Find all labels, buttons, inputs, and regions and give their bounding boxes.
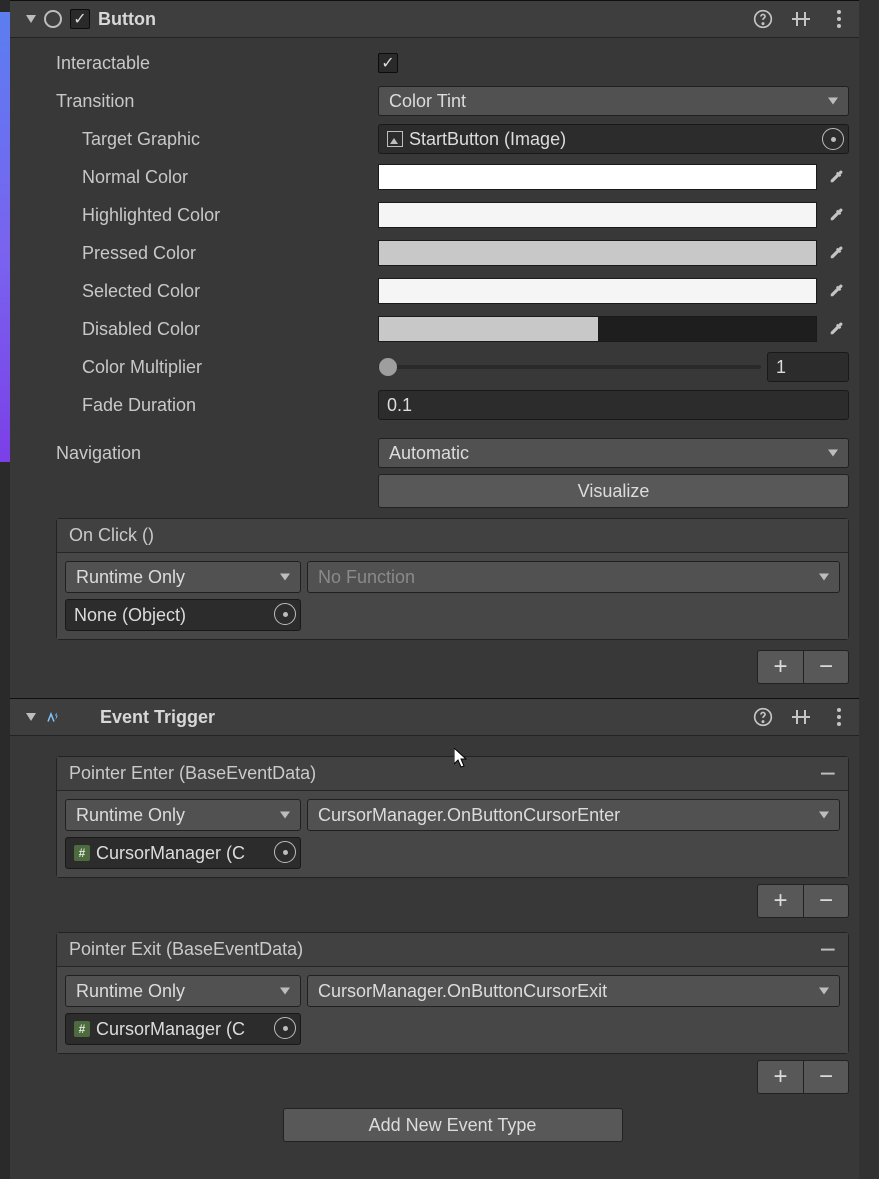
target-graphic-field[interactable]: StartButton (Image) bbox=[378, 124, 849, 154]
onclick-callstate-dropdown[interactable]: Runtime Only bbox=[65, 561, 301, 593]
object-picker-icon[interactable] bbox=[822, 128, 844, 150]
object-picker-icon[interactable] bbox=[274, 841, 296, 863]
eyedropper-icon[interactable] bbox=[823, 316, 849, 342]
button-component-body: Interactable ✓ Transition Color Tint Tar… bbox=[10, 38, 859, 698]
target-graphic-value: StartButton (Image) bbox=[409, 129, 566, 150]
color-multiplier-value[interactable]: 1 bbox=[767, 352, 849, 382]
pointer-enter-add-button[interactable]: + bbox=[757, 884, 803, 918]
visualize-button[interactable]: Visualize bbox=[378, 474, 849, 508]
scrollbar[interactable] bbox=[859, 0, 879, 1179]
eyedropper-icon[interactable] bbox=[823, 202, 849, 228]
help-icon[interactable] bbox=[753, 9, 773, 29]
eyedropper-icon[interactable] bbox=[823, 164, 849, 190]
pointer-enter-block: Pointer Enter (BaseEventData) − Runtime … bbox=[56, 756, 849, 878]
event-collapse-icon[interactable]: − bbox=[820, 945, 836, 955]
event-trigger-foldout[interactable] bbox=[26, 713, 36, 721]
pointer-enter-remove-button[interactable]: − bbox=[803, 884, 849, 918]
fade-duration-label: Fade Duration bbox=[82, 395, 378, 416]
pointer-exit-remove-button[interactable]: − bbox=[803, 1060, 849, 1094]
help-icon[interactable] bbox=[753, 707, 773, 727]
button-component-header: ✓ Button bbox=[10, 0, 859, 38]
fade-duration-field[interactable]: 0.1 bbox=[378, 390, 849, 420]
button-component-title: Button bbox=[98, 9, 745, 30]
preset-icon[interactable] bbox=[791, 9, 811, 29]
interactable-label: Interactable bbox=[56, 53, 378, 74]
eyedropper-icon[interactable] bbox=[823, 240, 849, 266]
event-trigger-header: Event Trigger bbox=[10, 698, 859, 736]
selected-color-label: Selected Color bbox=[82, 281, 378, 302]
highlighted-color-swatch[interactable] bbox=[378, 202, 817, 228]
onclick-add-button[interactable]: + bbox=[757, 650, 803, 684]
normal-color-label: Normal Color bbox=[82, 167, 378, 188]
pointer-exit-target-field[interactable]: # CursorManager (C bbox=[65, 1013, 301, 1045]
interactable-checkbox[interactable]: ✓ bbox=[378, 53, 398, 73]
script-icon: # bbox=[74, 845, 90, 861]
pointer-enter-function-dropdown[interactable]: CursorManager.OnButtonCursorEnter bbox=[307, 799, 840, 831]
pointer-enter-target-field[interactable]: # CursorManager (C bbox=[65, 837, 301, 869]
pointer-enter-target-value: CursorManager (C bbox=[96, 843, 245, 864]
pointer-exit-block: Pointer Exit (BaseEventData) − Runtime O… bbox=[56, 932, 849, 1054]
button-enabled-checkbox[interactable]: ✓ bbox=[70, 9, 90, 29]
image-icon bbox=[387, 131, 403, 147]
pointer-exit-callstate-dropdown[interactable]: Runtime Only bbox=[65, 975, 301, 1007]
onclick-block: On Click () Runtime Only No Function Non… bbox=[56, 518, 849, 640]
color-multiplier-label: Color Multiplier bbox=[82, 357, 378, 378]
pointer-enter-callstate-dropdown[interactable]: Runtime Only bbox=[65, 799, 301, 831]
eyedropper-icon[interactable] bbox=[823, 278, 849, 304]
event-collapse-icon[interactable]: − bbox=[820, 769, 836, 779]
pressed-color-label: Pressed Color bbox=[82, 243, 378, 264]
navigation-dropdown[interactable]: Automatic bbox=[378, 438, 849, 468]
button-component-icon bbox=[44, 10, 62, 28]
context-menu-icon[interactable] bbox=[829, 9, 849, 29]
pointer-exit-add-button[interactable]: + bbox=[757, 1060, 803, 1094]
script-icon: # bbox=[74, 1021, 90, 1037]
color-multiplier-slider[interactable] bbox=[378, 354, 761, 380]
event-trigger-icon bbox=[44, 707, 64, 727]
pressed-color-swatch[interactable] bbox=[378, 240, 817, 266]
target-graphic-label: Target Graphic bbox=[82, 129, 378, 150]
context-menu-icon[interactable] bbox=[829, 707, 849, 727]
onclick-function-dropdown[interactable]: No Function bbox=[307, 561, 840, 593]
button-foldout[interactable] bbox=[26, 15, 36, 23]
normal-color-swatch[interactable] bbox=[378, 164, 817, 190]
pointer-exit-header: Pointer Exit (BaseEventData) bbox=[69, 939, 820, 960]
highlighted-color-label: Highlighted Color bbox=[82, 205, 378, 226]
onclick-target-field[interactable]: None (Object) bbox=[65, 599, 301, 631]
disabled-color-label: Disabled Color bbox=[82, 319, 378, 340]
object-picker-icon[interactable] bbox=[274, 603, 296, 625]
transition-dropdown[interactable]: Color Tint bbox=[378, 86, 849, 116]
navigation-label: Navigation bbox=[56, 443, 378, 464]
disabled-color-swatch[interactable] bbox=[378, 316, 817, 342]
transition-label: Transition bbox=[56, 91, 378, 112]
pointer-exit-target-value: CursorManager (C bbox=[96, 1019, 245, 1040]
selected-color-swatch[interactable] bbox=[378, 278, 817, 304]
onclick-remove-button[interactable]: − bbox=[803, 650, 849, 684]
pointer-exit-function-dropdown[interactable]: CursorManager.OnButtonCursorExit bbox=[307, 975, 840, 1007]
pointer-enter-header: Pointer Enter (BaseEventData) bbox=[69, 763, 820, 784]
onclick-target-value: None (Object) bbox=[74, 605, 186, 626]
onclick-header: On Click () bbox=[69, 525, 836, 546]
event-trigger-title: Event Trigger bbox=[100, 707, 745, 728]
add-new-event-type-button[interactable]: Add New Event Type bbox=[283, 1108, 623, 1142]
object-picker-icon[interactable] bbox=[274, 1017, 296, 1039]
preset-icon[interactable] bbox=[791, 707, 811, 727]
